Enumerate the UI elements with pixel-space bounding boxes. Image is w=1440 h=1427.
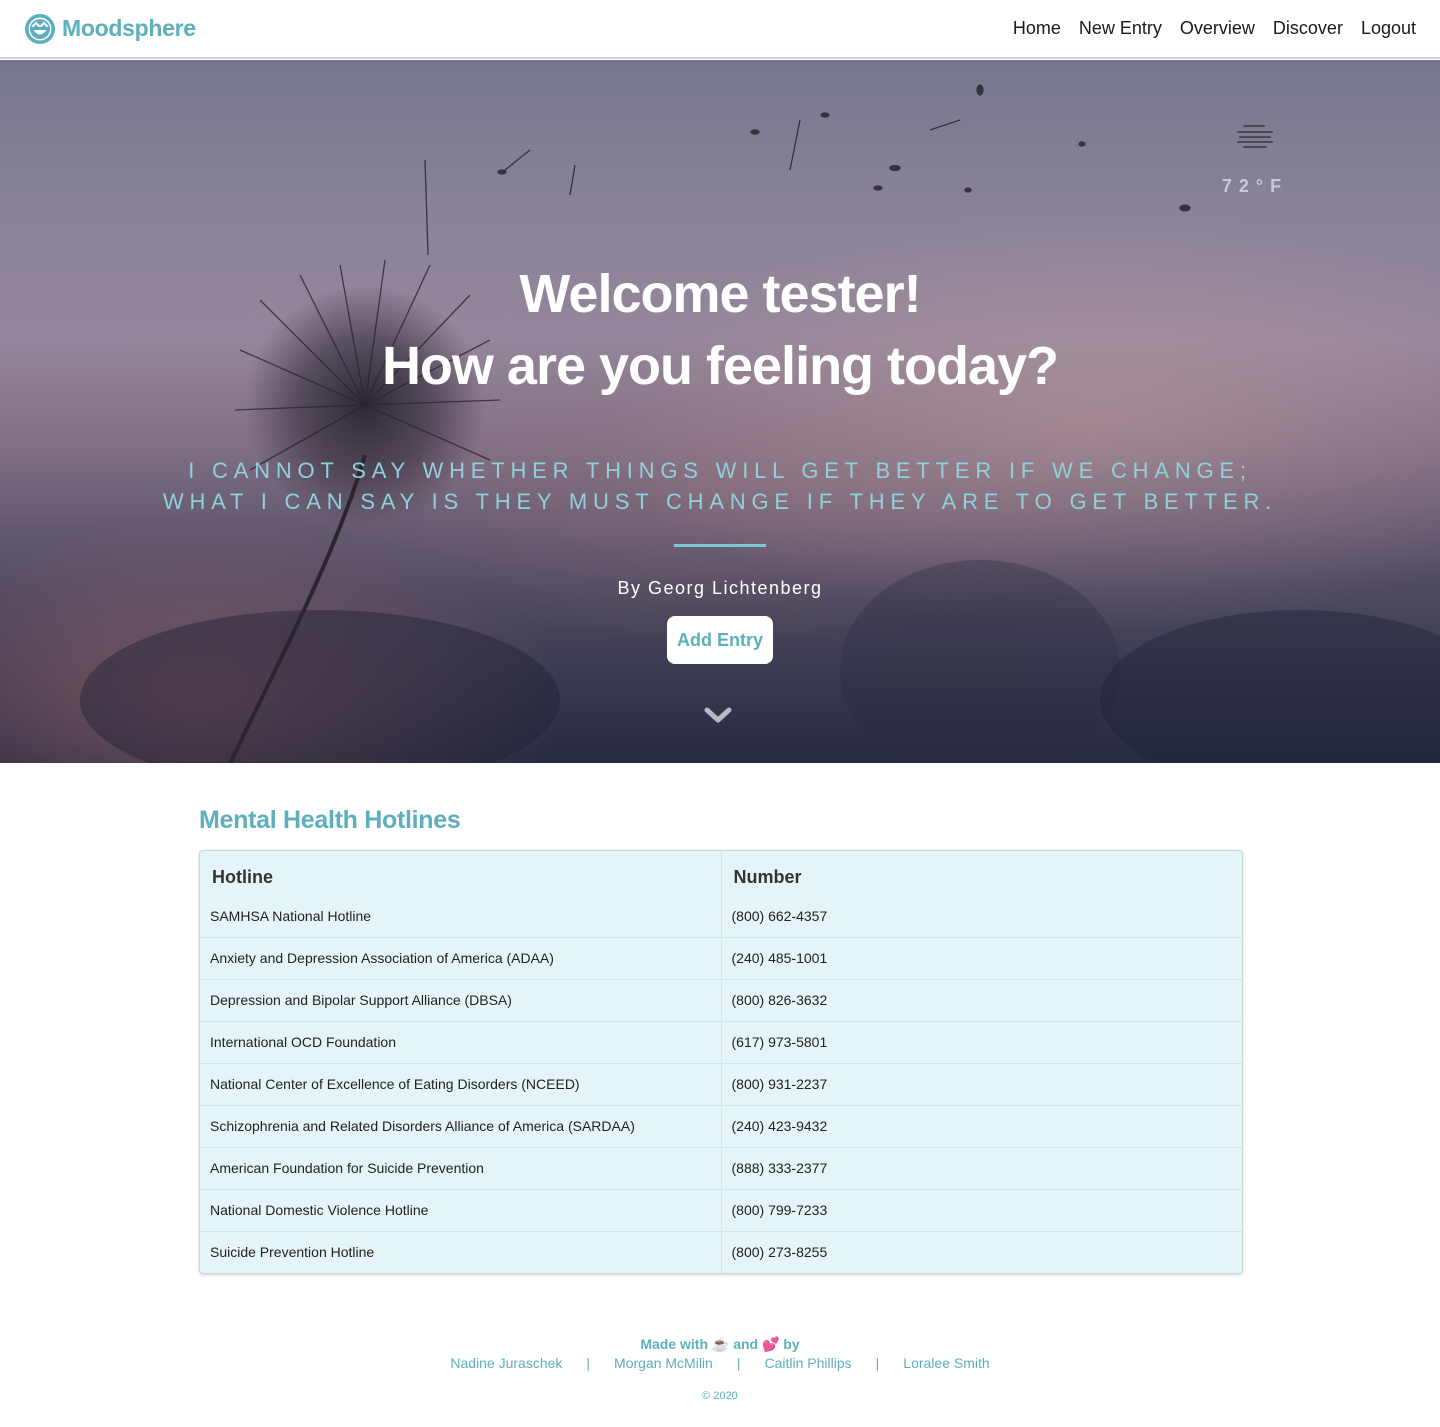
author-link-loralee[interactable]: Loralee Smith: [903, 1355, 989, 1371]
hotline-name: National Center of Excellence of Eating …: [200, 1062, 722, 1105]
hotline-number: (800) 273-8255: [721, 1230, 1242, 1273]
footer-authors: Nadine Juraschek | Morgan McMilin | Cait…: [0, 1355, 1440, 1371]
hotline-name: National Domestic Violence Hotline: [200, 1188, 722, 1231]
hotline-name: Depression and Bipolar Support Alliance …: [200, 978, 722, 1021]
hotlines-table: Hotline Number SAMHSA National Hotline (…: [199, 850, 1243, 1274]
hotline-number: (800) 662-4357: [731, 907, 828, 924]
nav-overview[interactable]: Overview: [1180, 18, 1255, 39]
hotline-name: Anxiety and Depression Association of Am…: [200, 936, 722, 979]
author-link-caitlin[interactable]: Caitlin Phillips: [764, 1355, 851, 1371]
nav-discover[interactable]: Discover: [1273, 18, 1343, 39]
table-row: National Center of Excellence of Eating …: [200, 1062, 1242, 1105]
hotline-name: SAMHSA National Hotline: [200, 895, 722, 937]
nav-new-entry[interactable]: New Entry: [1079, 18, 1162, 39]
author-separator: |: [586, 1355, 591, 1371]
column-header-number: Number: [733, 866, 802, 887]
brand[interactable]: Moodsphere: [24, 13, 196, 45]
hero-title-line2: How are you feeling today?: [381, 336, 1059, 396]
table-row: American Foundation for Suicide Preventi…: [200, 1146, 1242, 1189]
moodsphere-logo-icon: [24, 13, 56, 45]
quote-author: By Georg Lichtenberg: [617, 578, 823, 598]
table-row: Depression and Bipolar Support Alliance …: [200, 978, 1242, 1021]
author-link-nadine[interactable]: Nadine Juraschek: [450, 1355, 562, 1371]
author-separator: |: [736, 1355, 741, 1371]
hotlines-title: Mental Health Hotlines: [199, 806, 461, 834]
weather-widget: 72°F: [1205, 122, 1305, 197]
hotline-number: (240) 423-9432: [721, 1104, 1242, 1147]
fog-icon: [1237, 125, 1273, 148]
hotline-number: (888) 333-2377: [721, 1146, 1242, 1189]
footer-made-with: Made with ☕ and 💕 by: [640, 1336, 800, 1352]
table-row: Schizophrenia and Related Disorders Alli…: [200, 1104, 1242, 1147]
hotline-number: (800) 931-2237: [721, 1062, 1242, 1105]
hotline-name: Schizophrenia and Related Disorders Alli…: [200, 1104, 722, 1147]
hotline-name: American Foundation for Suicide Preventi…: [200, 1146, 722, 1189]
hotline-name: International OCD Foundation: [200, 1020, 722, 1063]
author-separator: |: [875, 1355, 880, 1371]
nav-home[interactable]: Home: [1013, 18, 1061, 39]
hero-title: Welcome tester! How are you feeling toda…: [0, 258, 1440, 402]
hero-banner: 72°F Welcome tester! How are you feeling…: [0, 60, 1440, 763]
table-row: National Domestic Violence Hotline (800)…: [200, 1188, 1242, 1231]
nav-logout[interactable]: Logout: [1361, 18, 1416, 39]
navbar: Moodsphere Home New Entry Overview Disco…: [0, 0, 1440, 59]
weather-temperature: 72°F: [1221, 176, 1289, 196]
hotline-number: (800) 799-7233: [721, 1188, 1242, 1231]
table-row: International OCD Foundation (617) 973-5…: [200, 1020, 1242, 1063]
table-row: SAMHSA National Hotline (800) 662-4357: [200, 895, 1242, 937]
hotline-number: (240) 485-1001: [721, 936, 1242, 979]
brand-name: Moodsphere: [62, 15, 196, 41]
author-link-morgan[interactable]: Morgan McMilin: [614, 1355, 713, 1371]
add-entry-button[interactable]: Add Entry: [667, 616, 773, 664]
daily-quote: I cannot say whether things will get bet…: [162, 458, 1278, 514]
table-header-row: Hotline Number: [200, 851, 1242, 895]
hotline-name: Suicide Prevention Hotline: [200, 1230, 722, 1273]
table-row: Suicide Prevention Hotline (800) 273-825…: [200, 1230, 1242, 1273]
nav-links: Home New Entry Overview Discover Logout: [1013, 18, 1416, 39]
footer-copyright: © 2020: [702, 1390, 738, 1402]
hotline-number: (617) 973-5801: [721, 1020, 1242, 1063]
quote-divider: [674, 544, 766, 547]
table-row: Anxiety and Depression Association of Am…: [200, 936, 1242, 979]
hero-title-line1: Welcome tester!: [519, 264, 921, 324]
chevron-down-icon[interactable]: [704, 706, 732, 726]
column-header-hotline: Hotline: [200, 851, 722, 895]
hotline-number: (800) 826-3632: [721, 978, 1242, 1021]
